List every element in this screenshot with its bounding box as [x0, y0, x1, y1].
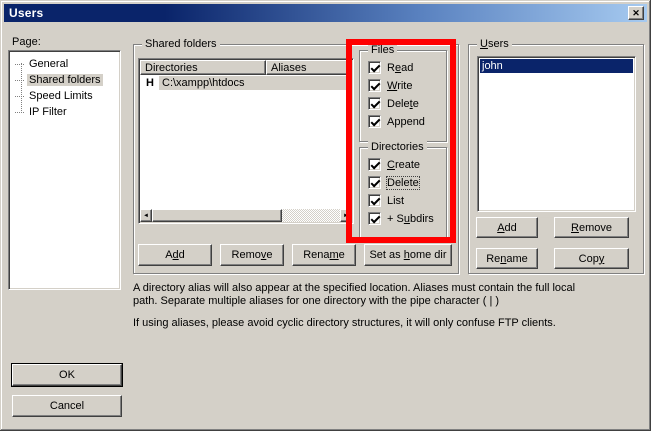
read-label: Read: [387, 62, 413, 74]
cancel-button[interactable]: Cancel: [12, 395, 122, 417]
files-permissions-group: Files Read Write Delete Append: [359, 50, 447, 142]
ok-button[interactable]: OK: [12, 364, 122, 386]
alias-notes: A directory alias will also appear at th…: [133, 282, 648, 330]
add-directory-button[interactable]: Add: [138, 244, 212, 266]
directory-row[interactable]: H C:\xampp\htdocs: [141, 76, 351, 90]
page-tree: General Shared folders Speed Limits IP F…: [8, 50, 121, 290]
append-checkbox-row[interactable]: Append: [368, 114, 425, 129]
scroll-left-icon: ◄: [143, 213, 149, 219]
close-button[interactable]: ✕: [628, 6, 644, 20]
write-checkbox-row[interactable]: Write: [368, 78, 412, 93]
user-item-john[interactable]: john: [480, 59, 633, 73]
home-marker: H: [141, 77, 159, 89]
tree-item-general[interactable]: General: [9, 56, 120, 72]
tree-item-ip-filter[interactable]: IP Filter: [9, 104, 120, 120]
users-group-label: Users: [477, 38, 512, 50]
directories-list-header: Directories Aliases: [140, 60, 352, 75]
close-icon: ✕: [632, 9, 640, 18]
set-as-home-dir-button[interactable]: Set as home dir: [364, 244, 452, 266]
delete-dirs-label: Delete: [387, 177, 419, 189]
add-user-button[interactable]: Add: [476, 217, 538, 238]
users-group: Users john Add Remove Rename Copy: [468, 44, 644, 274]
read-checkbox[interactable]: [368, 61, 381, 74]
delete-files-checkbox[interactable]: [368, 97, 381, 110]
directories-group-label: Directories: [368, 141, 427, 153]
note-line: A directory alias will also appear at th…: [133, 282, 648, 295]
rename-directory-button[interactable]: Rename: [292, 244, 356, 266]
append-checkbox[interactable]: [368, 115, 381, 128]
append-label: Append: [387, 116, 425, 128]
remove-user-button[interactable]: Remove: [554, 217, 629, 238]
rename-user-button[interactable]: Rename: [476, 248, 538, 269]
shared-folders-group-label: Shared folders: [142, 38, 220, 50]
list-label: List: [387, 195, 404, 207]
horizontal-scrollbar[interactable]: ◄ ►: [140, 209, 352, 222]
directories-permissions-group: Directories Create Delete List + Subdirs: [359, 147, 447, 239]
write-label: Write: [387, 80, 412, 92]
column-header-aliases[interactable]: Aliases: [266, 60, 352, 75]
users-dialog: Users ✕ Page: General Shared folders Spe…: [0, 0, 651, 431]
list-checkbox[interactable]: [368, 194, 381, 207]
directory-path: C:\xampp\htdocs: [159, 76, 351, 90]
delete-dirs-checkbox[interactable]: [368, 176, 381, 189]
create-label: Create: [387, 159, 420, 171]
tree-item-speed-limits[interactable]: Speed Limits: [9, 88, 120, 104]
window-title: Users: [9, 6, 43, 20]
read-checkbox-row[interactable]: Read: [368, 60, 413, 75]
delete-dirs-checkbox-row[interactable]: Delete: [368, 175, 419, 190]
subdirs-label: + Subdirs: [387, 213, 434, 225]
tree-item-shared-folders[interactable]: Shared folders: [9, 72, 120, 88]
scrollbar-track[interactable]: [282, 209, 340, 222]
shared-folders-group: Shared folders Directories Aliases H C:\…: [133, 44, 459, 274]
subdirs-checkbox-row[interactable]: + Subdirs: [368, 211, 434, 226]
note-line: path. Separate multiple aliases for one …: [133, 295, 648, 308]
write-checkbox[interactable]: [368, 79, 381, 92]
remove-directory-button[interactable]: Remove: [220, 244, 284, 266]
list-checkbox-row[interactable]: List: [368, 193, 404, 208]
users-list[interactable]: john: [477, 56, 636, 212]
files-group-label: Files: [368, 44, 397, 56]
scrollbar-thumb[interactable]: [152, 209, 282, 222]
delete-files-label: Delete: [387, 98, 419, 110]
copy-user-button[interactable]: Copy: [554, 248, 629, 269]
note-line: If using aliases, please avoid cyclic di…: [133, 317, 648, 330]
directories-list[interactable]: Directories Aliases H C:\xampp\htdocs ◄ …: [138, 58, 354, 224]
delete-files-checkbox-row[interactable]: Delete: [368, 96, 419, 111]
create-checkbox[interactable]: [368, 158, 381, 171]
column-header-directories[interactable]: Directories: [140, 60, 266, 75]
page-label: Page:: [12, 36, 41, 48]
title-bar[interactable]: Users ✕: [4, 4, 647, 22]
create-checkbox-row[interactable]: Create: [368, 157, 420, 172]
scroll-left-button[interactable]: ◄: [140, 209, 152, 222]
subdirs-checkbox[interactable]: [368, 212, 381, 225]
scroll-right-icon: ►: [343, 213, 349, 219]
scroll-right-button[interactable]: ►: [340, 209, 352, 222]
